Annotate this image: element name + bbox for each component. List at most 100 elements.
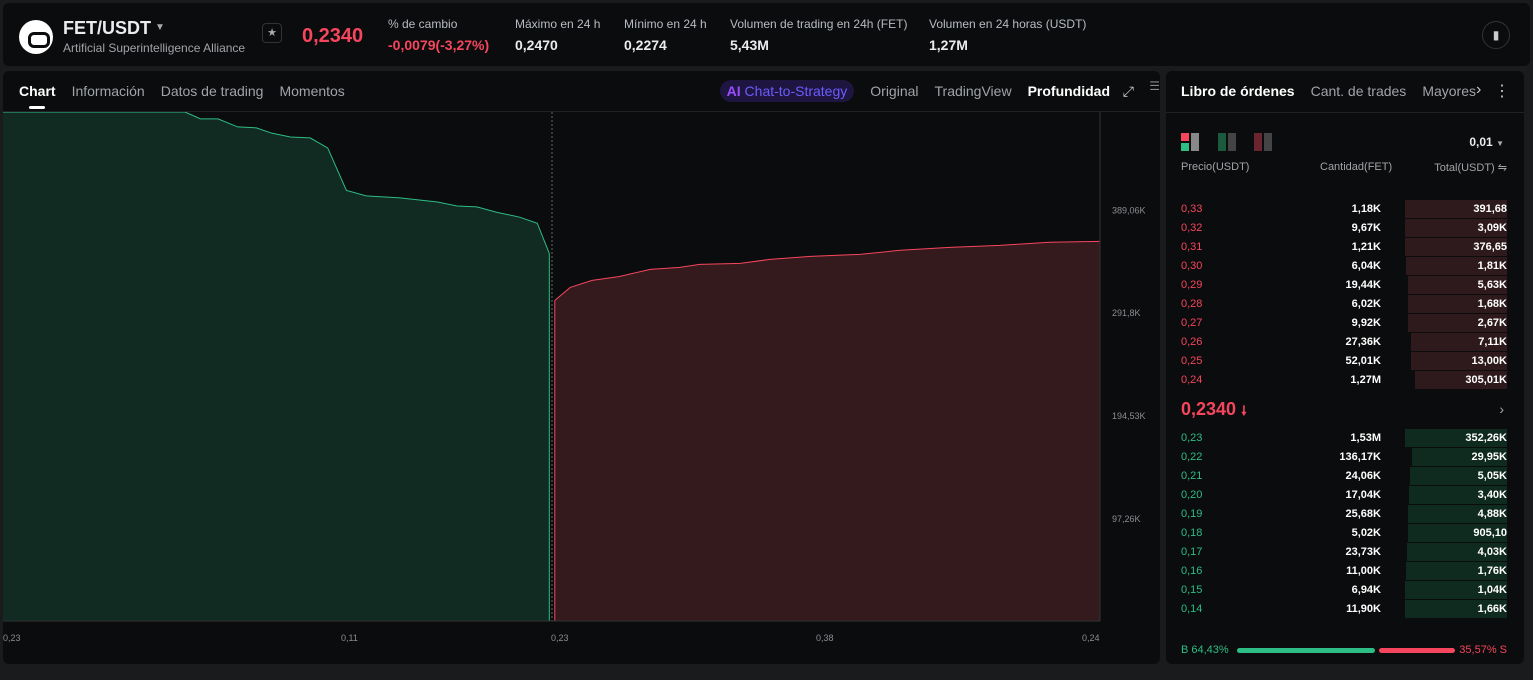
- panel-menu-icon[interactable]: ☰: [1149, 79, 1160, 93]
- view-depth[interactable]: Profundidad: [1028, 83, 1110, 99]
- total: 1,68K: [1477, 298, 1507, 310]
- view-asks-icon[interactable]: [1254, 133, 1272, 151]
- book-tab-2[interactable]: Mayores: [1422, 83, 1476, 99]
- book-tab-1[interactable]: Cant. de trades: [1311, 83, 1407, 99]
- total: 7,11K: [1478, 336, 1507, 348]
- asks-row[interactable]: 0,27 9,92K 2,67K: [1181, 314, 1507, 332]
- total: 13,00K: [1471, 355, 1507, 367]
- view-both-icon[interactable]: [1181, 133, 1199, 151]
- total: 352,26K: [1465, 432, 1507, 444]
- stat-2: Mínimo en 24 h 0,2274: [624, 17, 707, 53]
- stat-label: Volumen de trading en 24h (FET): [730, 17, 908, 31]
- last-price: 0,2340: [302, 25, 364, 47]
- bid-area: [3, 112, 550, 621]
- tab-3[interactable]: Momentos: [279, 83, 344, 99]
- tab-1[interactable]: Información: [72, 83, 145, 99]
- amount: 5,02K: [1351, 527, 1381, 539]
- stat-4: Volumen en 24 horas (USDT) 1,27M: [929, 17, 1086, 53]
- price: 0,15: [1181, 584, 1203, 596]
- amount: 25,68K: [1345, 508, 1381, 520]
- price: 0,16: [1181, 565, 1203, 577]
- total: 1,81K: [1477, 260, 1507, 272]
- x-tick-label: 0,38: [816, 633, 834, 643]
- amount: 11,90K: [1346, 603, 1381, 615]
- total: 1,66K: [1477, 603, 1507, 615]
- total: 391,68: [1473, 203, 1507, 215]
- total: 4,03K: [1477, 546, 1507, 558]
- stat-1: Máximo en 24 h 0,2470: [515, 17, 600, 53]
- ticker-header: FET/USDT ▼ Artificial Superintelligence …: [3, 3, 1530, 66]
- token-name: Artificial Superintelligence Alliance: [63, 41, 246, 55]
- asks-row[interactable]: 0,31 1,21K 376,65: [1181, 238, 1507, 256]
- price: 0,29: [1181, 279, 1203, 291]
- bids-row[interactable]: 0,19 25,68K 4,88K: [1181, 505, 1507, 523]
- price: 0,14: [1181, 603, 1203, 615]
- precision-select[interactable]: 0,01 ▼: [1469, 135, 1504, 149]
- bids-row[interactable]: 0,16 11,00K 1,76K: [1181, 562, 1507, 580]
- asks-row[interactable]: 0,25 52,01K 13,00K: [1181, 352, 1507, 370]
- price: 0,17: [1181, 546, 1203, 558]
- amount: 1,27M: [1350, 374, 1381, 386]
- tab-0[interactable]: Chart: [19, 83, 56, 109]
- pair-selector[interactable]: FET/USDT: [63, 18, 151, 39]
- bids-row[interactable]: 0,22 136,17K 29,95K: [1181, 448, 1507, 466]
- price: 0,19: [1181, 508, 1203, 520]
- favorite-star-icon[interactable]: ★: [262, 23, 282, 43]
- total: 29,95K: [1471, 451, 1507, 463]
- view-original[interactable]: Original: [870, 83, 918, 99]
- chevron-right-icon[interactable]: ›: [1476, 81, 1481, 99]
- book-icon[interactable]: ▮: [1482, 21, 1510, 49]
- buy-sell-ratio: B 64,43% 35,57% S: [1181, 644, 1507, 656]
- total-header[interactable]: Total(USDT) ⇋: [1434, 161, 1507, 174]
- bids-row[interactable]: 0,20 17,04K 3,40K: [1181, 486, 1507, 504]
- book-tab-0[interactable]: Libro de órdenes: [1181, 83, 1295, 99]
- amount: 27,36K: [1345, 336, 1381, 348]
- y-tick-label: 194,53K: [1112, 411, 1146, 421]
- asks-row[interactable]: 0,26 27,36K 7,11K: [1181, 333, 1507, 351]
- chevron-down-icon[interactable]: ▼: [155, 22, 165, 33]
- depth-chart[interactable]: 97,26K 194,53K 291,8K 389,06K 0,23 0,11 0,23 0,…: [3, 112, 1160, 664]
- y-tick-label: 291,8K: [1112, 308, 1141, 318]
- order-book-panel: Libro de órdenes Cant. de trades Mayores ›…: [1166, 71, 1524, 664]
- expand-icon[interactable]: ⤢: [1123, 83, 1134, 100]
- amount: 1,53M: [1350, 432, 1381, 444]
- asks-row[interactable]: 0,29 19,44K 5,63K: [1181, 276, 1507, 294]
- amount: 1,21K: [1351, 241, 1381, 253]
- stat-value: 1,27M: [929, 37, 968, 53]
- x-tick-label: 0,11: [341, 633, 358, 643]
- total: 4,88K: [1477, 508, 1507, 520]
- bids-row[interactable]: 0,23 1,53M 352,26K: [1181, 429, 1507, 447]
- stat-value: 0,2274: [624, 37, 667, 53]
- amount: 23,73K: [1345, 546, 1381, 558]
- tab-2[interactable]: Datos de trading: [161, 83, 264, 99]
- ask-area: [554, 241, 1100, 621]
- price: 0,22: [1181, 451, 1203, 463]
- total: 3,40K: [1477, 489, 1507, 501]
- total: 1,76K: [1477, 565, 1507, 577]
- total: 5,63K: [1477, 279, 1507, 291]
- asks-row[interactable]: 0,24 1,27M 305,01K: [1181, 371, 1507, 389]
- sell-ratio: 35,57% S: [1459, 644, 1507, 656]
- amount: 52,01K: [1345, 355, 1381, 367]
- price: 0,27: [1181, 317, 1203, 329]
- amount: 24,06K: [1345, 470, 1381, 482]
- price: 0,32: [1181, 222, 1203, 234]
- bids-row[interactable]: 0,14 11,90K 1,66K: [1181, 600, 1507, 618]
- asks-row[interactable]: 0,32 9,67K 3,09K: [1181, 219, 1507, 237]
- stat-label: % de cambio: [388, 17, 458, 31]
- asks-row[interactable]: 0,28 6,02K 1,68K: [1181, 295, 1507, 313]
- view-bids-icon[interactable]: [1218, 133, 1236, 151]
- view-tradingview[interactable]: TradingView: [935, 83, 1012, 99]
- bids-row[interactable]: 0,15 6,94K 1,04K: [1181, 581, 1507, 599]
- stat-label: Máximo en 24 h: [515, 17, 601, 31]
- amount: 1,18K: [1351, 203, 1381, 215]
- chat-to-strategy-button[interactable]: AI Chat-to-Strategy: [719, 80, 855, 102]
- more-icon[interactable]: ⋮: [1494, 81, 1510, 101]
- price-header: Precio(USDT): [1181, 161, 1250, 173]
- bids-row[interactable]: 0,21 24,06K 5,05K: [1181, 467, 1507, 485]
- chevron-right-icon[interactable]: ›: [1499, 401, 1504, 417]
- asks-row[interactable]: 0,33 1,18K 391,68: [1181, 200, 1507, 218]
- bids-row[interactable]: 0,17 23,73K 4,03K: [1181, 543, 1507, 561]
- bids-row[interactable]: 0,18 5,02K 905,10: [1181, 524, 1507, 542]
- asks-row[interactable]: 0,30 6,04K 1,81K: [1181, 257, 1507, 275]
